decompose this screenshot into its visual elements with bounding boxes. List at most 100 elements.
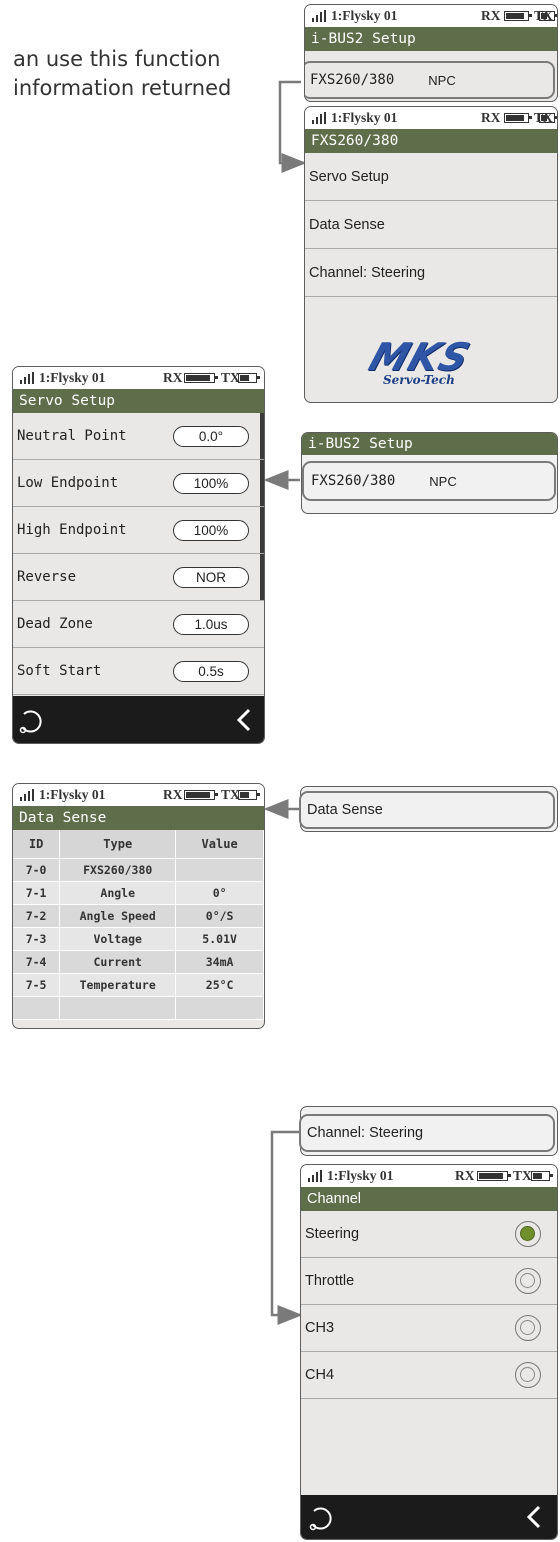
signal-icon [20,372,34,384]
device-tag: NPC [428,72,456,88]
screen-servo-setup: 1:Flysky 01 RX TX Servo Setup Neutral Po… [12,366,265,744]
model-name: 1:Flysky 01 [327,1168,394,1183]
setting-value[interactable]: 0.0° [173,426,249,447]
menu-item-label: Data Sense [309,216,385,233]
device-item[interactable]: FXS260/380 NPC [305,61,555,99]
setting-label: High Endpoint [17,522,127,538]
refresh-icon[interactable] [17,706,47,736]
tx-battery-icon [531,1171,553,1181]
signal-icon [20,789,34,801]
setting-value[interactable]: 100% [173,520,249,541]
signal-icon [312,10,326,22]
radio-unselected-icon[interactable] [515,1268,541,1294]
channel-option-label: Steering [305,1226,360,1242]
table-row [13,996,264,1020]
model-name: 1:Flysky 01 [39,370,106,385]
callout-title: i-BUS2 Setup [302,433,557,455]
callout-channel: Channel: Steering [299,1106,558,1156]
menu-item-channel[interactable]: Channel: Steering [299,1114,555,1152]
status-bar: 1:Flysky 01 RX TX [13,784,264,806]
table-cell: 7-2 [13,904,61,928]
menu-item-data-sense[interactable]: Data Sense [299,791,555,829]
radio-unselected-icon[interactable] [515,1315,541,1341]
table-cell: 7-1 [13,881,61,905]
setting-row-neutral-point[interactable]: Neutral Point 0.0° [13,413,264,460]
menu-item-label: Channel: Steering [307,1125,424,1141]
mks-logo: MKS Servo-Tech [357,335,507,391]
setting-label: Low Endpoint [17,475,119,491]
table-cell: 0°/S [175,904,264,928]
table-row: 7-0 FXS260/380 [13,858,264,882]
menu-item-channel[interactable]: Channel: Steering [305,249,557,297]
rx-label: RX [455,1168,475,1183]
channel-option-steering[interactable]: Steering [301,1211,557,1258]
table-cell: Current [59,950,177,974]
setting-row-dead-zone[interactable]: Dead Zone 1.0us [13,601,264,648]
table-cell: Temperature [59,973,177,997]
setting-row-soft-start[interactable]: Soft Start 0.5s [13,648,264,695]
logo-sub: Servo-Tech [383,373,455,387]
setting-row-reverse[interactable]: Reverse NOR [13,554,264,601]
rx-battery-icon [504,113,532,123]
tx-battery-icon [539,113,557,123]
table-row: 7-3 Voltage 5.01V [13,927,264,951]
table-cell: 7-3 [13,927,61,951]
screen-data-sense: 1:Flysky 01 RX TX Data Sense ID Type Val… [12,783,265,1029]
rx-battery-icon [184,790,218,800]
setting-label: Neutral Point [17,428,127,444]
setting-label: Dead Zone [17,616,93,632]
back-chevron-icon[interactable] [235,707,253,733]
refresh-icon[interactable] [307,1503,337,1533]
setting-value[interactable]: 1.0us [173,614,249,635]
tx-label: TX [513,1168,532,1183]
page-title: Data Sense [13,806,264,830]
setting-row-high-endpoint[interactable]: High Endpoint 100% [13,507,264,554]
table-cell: 0° [175,881,264,905]
setting-value[interactable]: 100% [173,473,249,494]
table-cell: 25°C [175,973,264,997]
model-name: 1:Flysky 01 [39,787,106,802]
channel-option-label: Throttle [305,1273,355,1289]
table-header-row: ID Type Value [13,830,264,859]
setting-label: Reverse [17,569,77,585]
menu-item-label: Channel: Steering [309,264,426,281]
radio-selected-icon[interactable] [515,1221,541,1247]
tx-battery-icon [238,790,260,800]
table-cell [175,996,264,1020]
table-cell: 34mA [175,950,264,974]
menu-item-data-sense[interactable]: Data Sense [305,201,557,249]
status-bar: 1:Flysky 01 RX TX [305,107,557,129]
page-title: Channel [301,1187,557,1211]
table-cell [175,858,264,882]
tx-battery-icon [238,373,260,383]
rx-label: RX [163,370,183,385]
setting-value[interactable]: NOR [173,567,249,588]
menu-item-servo-setup[interactable]: Servo Setup [305,153,557,201]
column-header: ID [13,830,61,859]
data-sense-table: ID Type Value 7-0 FXS260/380 7-1 Angle 0° 7… [13,830,264,1020]
column-header: Type [59,830,177,859]
table-cell: Angle Speed [59,904,177,928]
channel-option-throttle[interactable]: Throttle [301,1258,557,1305]
setting-row-low-endpoint[interactable]: Low Endpoint 100% [13,460,264,507]
screen-device-menu: 1:Flysky 01 RX TX FXS260/380 Servo Setup… [304,106,558,403]
table-cell: 7-5 [13,973,61,997]
rx-label: RX [481,8,501,23]
radio-unselected-icon[interactable] [515,1362,541,1388]
model-name: 1:Flysky 01 [331,110,398,125]
signal-icon [308,1170,322,1182]
rx-battery-icon [184,373,218,383]
rx-battery-icon [477,1171,511,1181]
setting-value[interactable]: 0.5s [173,661,249,682]
table-cell: 7-4 [13,950,61,974]
table-cell: 5.01V [175,927,264,951]
column-header: Value [175,830,264,859]
channel-option-ch3[interactable]: CH3 [301,1305,557,1352]
status-bar: 1:Flysky 01 RX TX [301,1165,557,1187]
callout-data-sense: Data Sense [299,786,558,832]
back-chevron-icon[interactable] [525,1504,543,1530]
device-name: FXS260/380 [311,473,396,489]
status-bar: 1:Flysky 01 RX TX [305,5,557,27]
device-item[interactable]: FXS260/380 NPC [302,461,556,501]
channel-option-ch4[interactable]: CH4 [301,1352,557,1399]
